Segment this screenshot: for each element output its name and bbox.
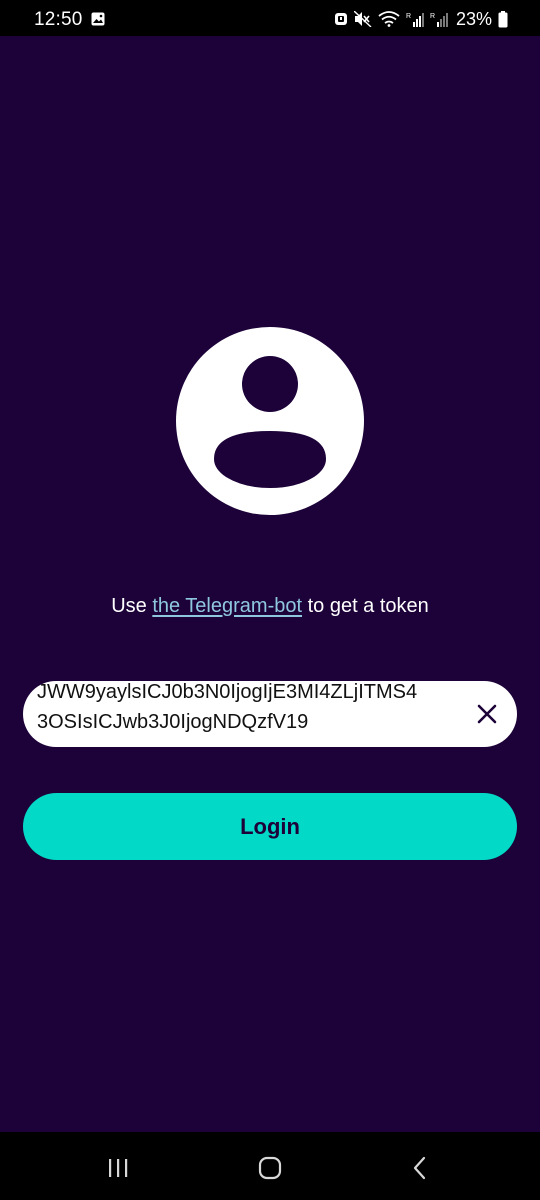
- token-input-value[interactable]: JWW9yaylsICJ0b3N0IjogIjE3MI4ZLjITMS4 3OS…: [37, 681, 457, 737]
- user-avatar-icon: [176, 327, 364, 515]
- back-icon[interactable]: [406, 1154, 434, 1182]
- hint-suffix: to get a token: [302, 595, 429, 617]
- status-icons: R R 23%: [334, 8, 508, 30]
- hint-prefix: Use: [111, 595, 153, 617]
- home-icon[interactable]: [256, 1154, 284, 1182]
- login-button[interactable]: Login: [23, 793, 517, 860]
- status-time: 12:50: [34, 9, 83, 30]
- signal-icon: R: [430, 13, 448, 27]
- token-hint: Use the Telegram-bot to get a token: [0, 592, 540, 620]
- battery-icon: [498, 10, 508, 27]
- close-icon[interactable]: [473, 700, 501, 728]
- signal-icon: R: [406, 13, 424, 27]
- status-bar: 12:50 R R 23%: [0, 0, 540, 36]
- battery-percentage: 23%: [455, 8, 492, 29]
- token-input[interactable]: JWW9yaylsICJ0b3N0IjogIjE3MI4ZLjITMS4 3OS…: [23, 681, 517, 747]
- svg-text:R: R: [430, 13, 435, 20]
- recent-apps-icon[interactable]: [104, 1154, 132, 1182]
- mute-icon: [353, 11, 372, 27]
- svg-text:R: R: [406, 13, 411, 20]
- gallery-icon: [91, 12, 105, 26]
- wifi-icon: [378, 11, 400, 27]
- telegram-bot-link[interactable]: the Telegram-bot: [152, 595, 302, 617]
- navigation-bar: [0, 1132, 540, 1200]
- alarm-icon: [334, 13, 347, 25]
